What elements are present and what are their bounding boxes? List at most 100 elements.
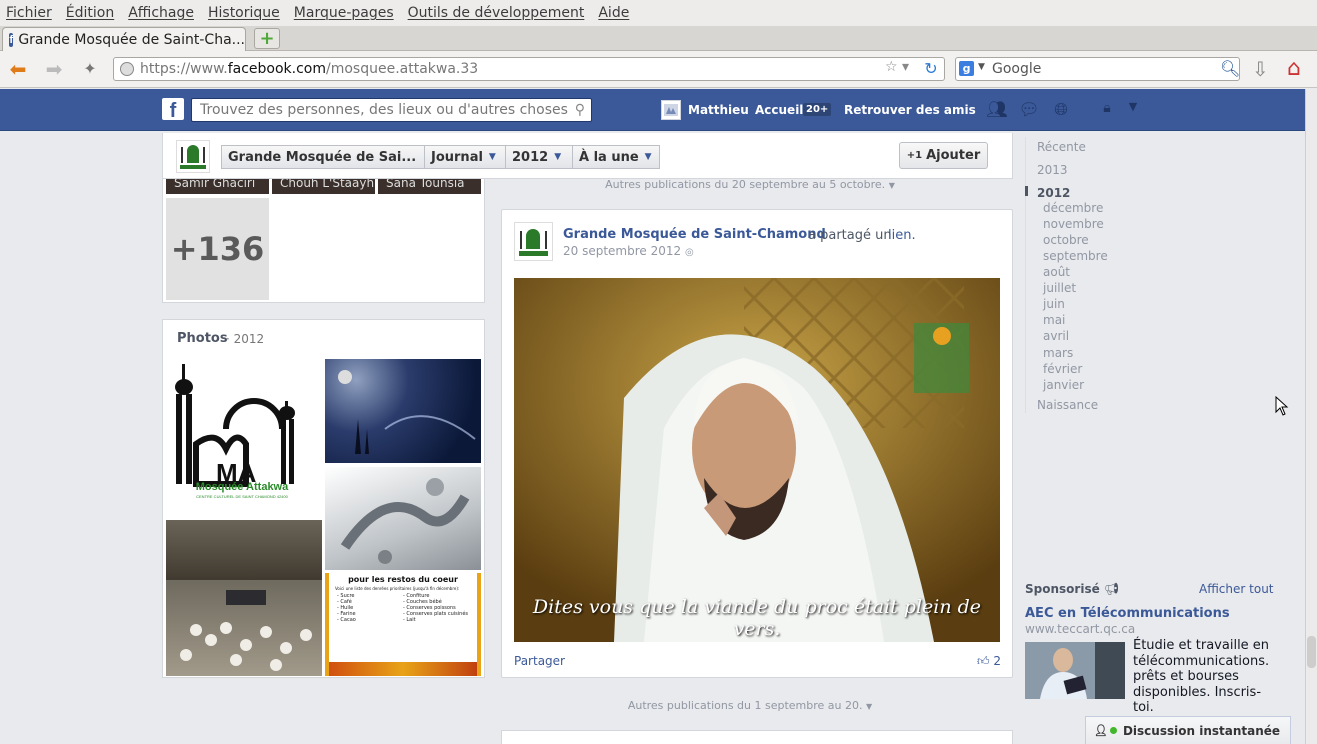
photo-silver-calligraphy[interactable] [325, 467, 481, 570]
chevron-down-icon: ▼ [866, 702, 873, 711]
notifications-globe-icon[interactable]: 🌐︎ [1050, 100, 1072, 120]
notification-badge: 20+ [803, 103, 832, 116]
facebook-logo-icon[interactable]: f [162, 98, 184, 122]
filter-dropdown[interactable]: À la une ▼ [572, 145, 660, 169]
photo-logo-text: Mosquée Attakwa [195, 481, 289, 493]
add-label: Ajouter [926, 148, 981, 163]
nav-birth[interactable]: Naissance [1037, 398, 1098, 412]
photo-mosque-logo[interactable]: MA Mosquée Attakwa CENTRE CULTUREL DE SA… [166, 359, 322, 516]
facebook-favicon-icon: f [9, 33, 14, 47]
chevron-down-icon: ▼ [488, 152, 496, 162]
nav-month[interactable]: janvier [1043, 378, 1084, 392]
photo-night-sky[interactable] [325, 359, 481, 463]
nav-month[interactable]: avril [1043, 329, 1069, 343]
nav-month[interactable]: décembre [1043, 201, 1103, 215]
chat-bar[interactable]: 👤︎ Discussion instantanée [1085, 716, 1291, 744]
year-dropdown[interactable]: 2012 ▼ [505, 145, 573, 169]
search-icon[interactable]: 🔍︎ [1220, 59, 1240, 78]
new-tab-button[interactable]: + [254, 28, 280, 49]
post-link[interactable]: lien. [888, 228, 916, 243]
thumbs-up-icon: 👍︎ [977, 654, 990, 668]
browser-menubar: Fichier Édition Affichage Historique Mar… [0, 0, 1317, 26]
download-icon[interactable]: ⇩ [1252, 57, 1269, 81]
active-year-marker [1025, 186, 1028, 196]
forward-arrow-icon[interactable]: ➡ [42, 58, 66, 80]
friend-requests-icon[interactable]: 👥︎ [986, 100, 1008, 120]
ad-image[interactable] [1025, 642, 1125, 699]
nav-month[interactable]: juin [1043, 297, 1065, 311]
nav-recent[interactable]: Récente [1037, 140, 1086, 154]
messages-icon[interactable]: 💬︎ [1018, 100, 1040, 120]
search-placeholder: Google [992, 61, 1042, 77]
menu-aide[interactable]: Aide [598, 5, 629, 21]
reload-icon[interactable]: ↻ [921, 59, 941, 79]
older-posts-separator[interactable]: Autres publications du 20 septembre au 5… [560, 178, 940, 191]
nav-month[interactable]: juillet [1043, 281, 1076, 295]
menu-affichage[interactable]: Affichage [128, 5, 194, 21]
page-name: Grande Mosquée de Sai... [228, 149, 417, 165]
google-engine-icon[interactable]: g [959, 61, 974, 76]
history-icon[interactable]: ✦ [78, 58, 102, 80]
photo-flyer[interactable]: pour les restos du coeur Voici une liste… [325, 573, 481, 676]
post-author[interactable]: Grande Mosquée de Saint-Chamond [563, 227, 826, 242]
photo-logo-sub: CENTRE CULTUREL DE SAINT CHAMOND 42400 [196, 494, 288, 499]
search-icon[interactable]: ⚲ [575, 102, 585, 118]
ad-url[interactable]: www.teccart.qc.ca [1025, 622, 1135, 636]
bookmark-star-icon[interactable]: ☆ ▾ [885, 59, 909, 75]
nav-month[interactable]: février [1043, 362, 1082, 376]
add-button[interactable]: +1 Ajouter [899, 142, 988, 169]
privacy-lock-icon[interactable]: 🔒︎ [1096, 100, 1118, 120]
facebook-search-input[interactable]: Trouvez des personnes, des lieux ou d'au… [191, 98, 592, 122]
journal-label: Journal [431, 149, 483, 165]
browser-tab[interactable]: f Grande Mosquée de Saint-Cha... [2, 27, 246, 52]
home-link[interactable]: Accueil [755, 103, 803, 117]
share-link[interactable]: Partager [514, 654, 565, 668]
more-friends-tile[interactable]: +136 [166, 198, 269, 300]
friend-name: Sana Tounsia [386, 179, 465, 190]
separator-text: Autres publications du 20 septembre au 5… [605, 178, 886, 191]
page-name-selector[interactable]: Grande Mosquée de Sai... [221, 145, 425, 169]
older-posts-separator[interactable]: Autres publications du 1 septembre au 20… [560, 699, 940, 712]
site-identity-icon[interactable] [120, 62, 134, 76]
nav-month[interactable]: août [1043, 265, 1070, 279]
see-all-ads-link[interactable]: Afficher tout [1199, 582, 1274, 596]
menu-historique[interactable]: Historique [208, 5, 280, 21]
nav-month[interactable]: septembre [1043, 249, 1108, 263]
post-date[interactable]: 20 septembre 2012 ◎ [563, 244, 694, 258]
friend-thumb[interactable]: Sana Tounsia [378, 179, 481, 194]
menu-edition[interactable]: Édition [66, 5, 114, 21]
photo-crowd[interactable] [166, 520, 322, 676]
chevron-down-icon[interactable]: ▼ [978, 62, 985, 72]
ad-title[interactable]: AEC en Télécommunications [1025, 606, 1230, 621]
nav-2013[interactable]: 2013 [1037, 163, 1068, 177]
profile-link[interactable]: Matthieu [688, 103, 749, 117]
avatar[interactable] [661, 100, 681, 120]
chevron-down-icon[interactable]: ▼ [1122, 100, 1144, 120]
photos-title[interactable]: Photos [177, 331, 228, 346]
post-author-avatar[interactable] [514, 222, 553, 261]
back-arrow-icon[interactable]: ⬅ [6, 58, 30, 80]
nav-2012[interactable]: 2012 [1037, 186, 1070, 200]
page-avatar[interactable] [176, 140, 210, 173]
friend-thumb[interactable]: Chouh L'Staayh [272, 179, 375, 194]
url-bar[interactable]: https://www. facebook.com/mosquee.attakwa… [113, 57, 945, 81]
video-thumbnail[interactable] [514, 278, 1000, 642]
find-friends-link[interactable]: Retrouver des amis [844, 103, 976, 117]
friend-name: Chouh L'Staayh [280, 179, 375, 190]
flyer-title: pour les restos du coeur [348, 575, 458, 584]
home-icon[interactable]: ⌂ [1287, 56, 1301, 81]
menu-marque-pages[interactable]: Marque-pages [294, 5, 394, 21]
chevron-down-icon: ▼ [554, 152, 562, 162]
journal-dropdown[interactable]: Journal ▼ [424, 145, 506, 169]
scrollbar-thumb[interactable] [1307, 636, 1316, 668]
nav-month[interactable]: novembre [1043, 217, 1104, 231]
nav-month[interactable]: mai [1043, 313, 1065, 327]
menu-outils-dev[interactable]: Outils de développement [408, 5, 585, 21]
search-input[interactable]: Google [955, 57, 1240, 81]
friend-thumb[interactable]: Samir Ghaciri [166, 179, 269, 194]
nav-month[interactable]: octobre [1043, 233, 1089, 247]
sponsored-title: Sponsorisé [1025, 582, 1100, 596]
nav-month[interactable]: mars [1043, 346, 1073, 360]
like-count[interactable]: 👍︎ 2 [977, 654, 1001, 669]
menu-fichier[interactable]: Fichier [6, 5, 52, 21]
